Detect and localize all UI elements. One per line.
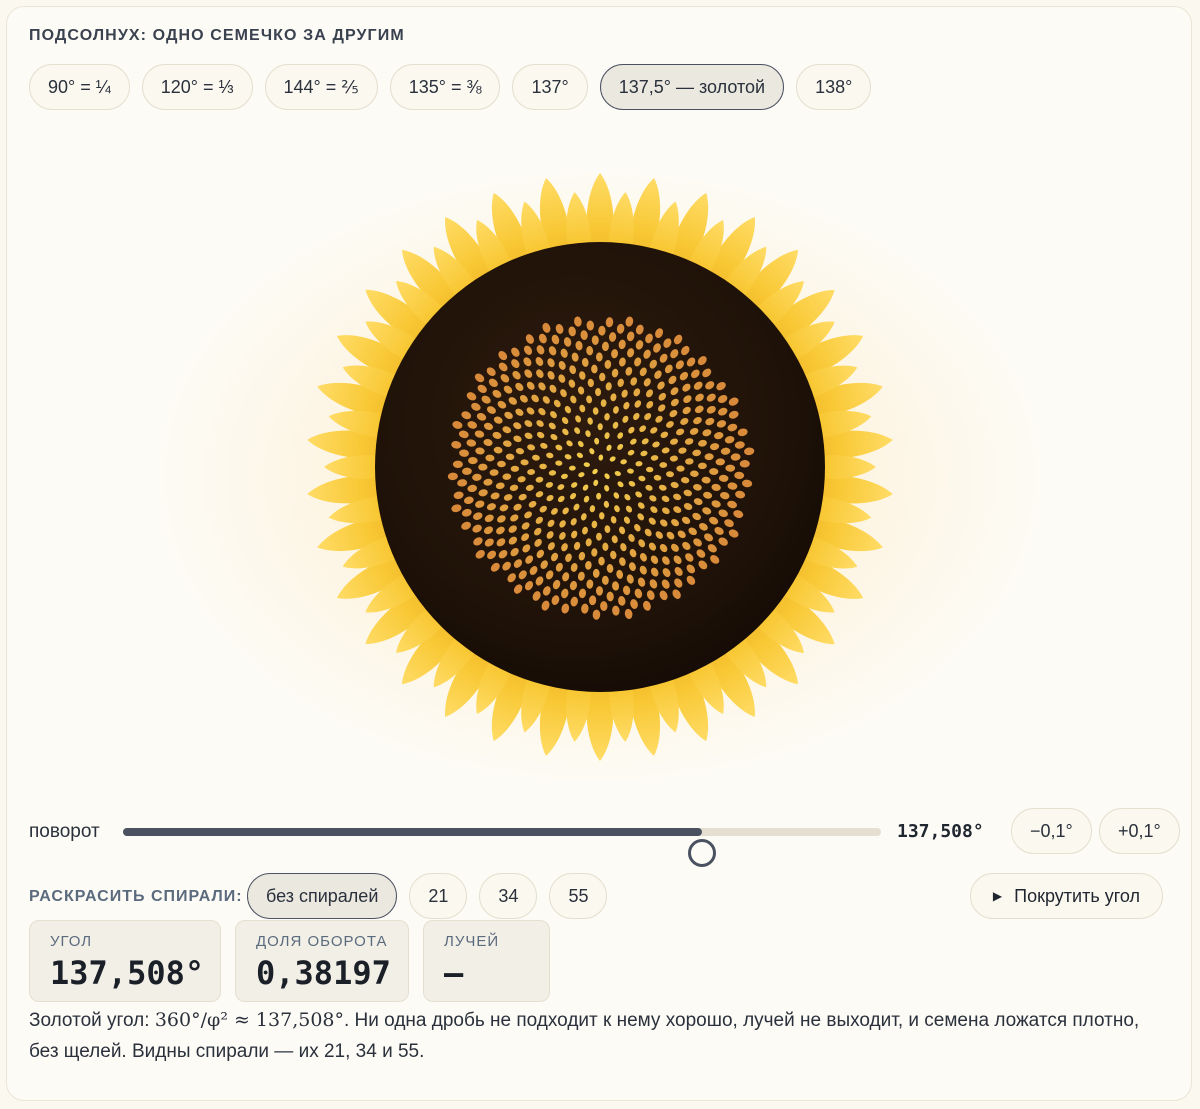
spiral-21-button[interactable]: 21 [409,873,468,919]
increment-button[interactable]: +0,1° [1099,808,1180,854]
angle-presets: 90° = ¼ 120° = ⅓ 144° = ⅖ 135° = ⅜ 137° … [29,64,872,110]
stat-angle: УГОЛ 137,508° [29,920,221,1002]
page-title: ПОДСОЛНУХ: ОДНО СЕМЕЧКО ЗА ДРУГИМ [29,27,405,44]
preset-137[interactable]: 137° [512,64,588,110]
sunflower-canvas [307,173,893,761]
preset-138[interactable]: 138° [796,64,872,110]
spiral-row: РАСКРАСИТЬ СПИРАЛИ: без спиралей 21 34 5… [29,872,1175,920]
stat-fraction-label: ДОЛЯ ОБОРОТА [256,933,388,950]
description-prefix: Золотой угол: [29,1010,155,1031]
stat-fraction-value: 0,38197 [256,954,391,992]
spiral-label: РАСКРАСИТЬ СПИРАЛИ: [29,888,243,905]
spiral-34-button[interactable]: 34 [479,873,538,919]
preset-135[interactable]: 135° = ⅜ [389,64,501,110]
decrement-button[interactable]: −0,1° [1011,808,1092,854]
slider-label: поворот [29,821,100,842]
stats-row: УГОЛ 137,508° ДОЛЯ ОБОРОТА 0,38197 ЛУЧЕЙ… [29,920,550,1002]
seed [595,586,604,596]
spin-angle-button[interactable]: ▶ Покрутить угол [969,873,1163,919]
seed [597,423,603,431]
description-formula: 360°/φ² ≈ 137,508° [154,1009,344,1031]
stat-rays-value: — [444,954,464,992]
stat-angle-label: УГОЛ [50,933,93,950]
seed [595,352,603,362]
slider-fill [123,828,703,836]
preset-90[interactable]: 90° = ¼ [29,64,130,110]
preset-144[interactable]: 144° = ⅖ [264,64,378,110]
sunflower-card: ПОДСОЛНУХ: ОДНО СЕМЕЧКО ЗА ДРУГИМ 90° = … [6,6,1192,1101]
description: Золотой угол: 360°/φ² ≈ 137,508°. Ни одн… [29,1005,1159,1067]
sunflower-stage [7,127,1191,787]
preset-golden[interactable]: 137,5° — золотой [599,64,785,110]
spiral-options: без спиралей 21 34 55 [247,873,608,919]
slider-thumb[interactable] [688,839,717,867]
rotation-slider-row: поворот 137,508° −0,1° +0,1° [29,807,1180,867]
spiral-none-button[interactable]: без спиралей [247,873,398,919]
stat-rays-label: ЛУЧЕЙ [444,933,500,950]
play-icon: ▶ [992,889,1003,903]
stat-fraction: ДОЛЯ ОБОРОТА 0,38197 [235,920,409,1002]
flower-disk [375,242,825,692]
preset-120[interactable]: 120° = ⅓ [141,64,253,110]
angle-readout: 137,508° [897,821,984,842]
stat-rays: ЛУЧЕЙ — [423,920,550,1002]
spiral-55-button[interactable]: 55 [549,873,608,919]
seed [478,463,488,471]
stat-angle-value: 137,508° [50,954,205,992]
rotation-slider[interactable] [123,828,881,867]
spin-angle-label: Покрутить угол [1014,885,1140,906]
